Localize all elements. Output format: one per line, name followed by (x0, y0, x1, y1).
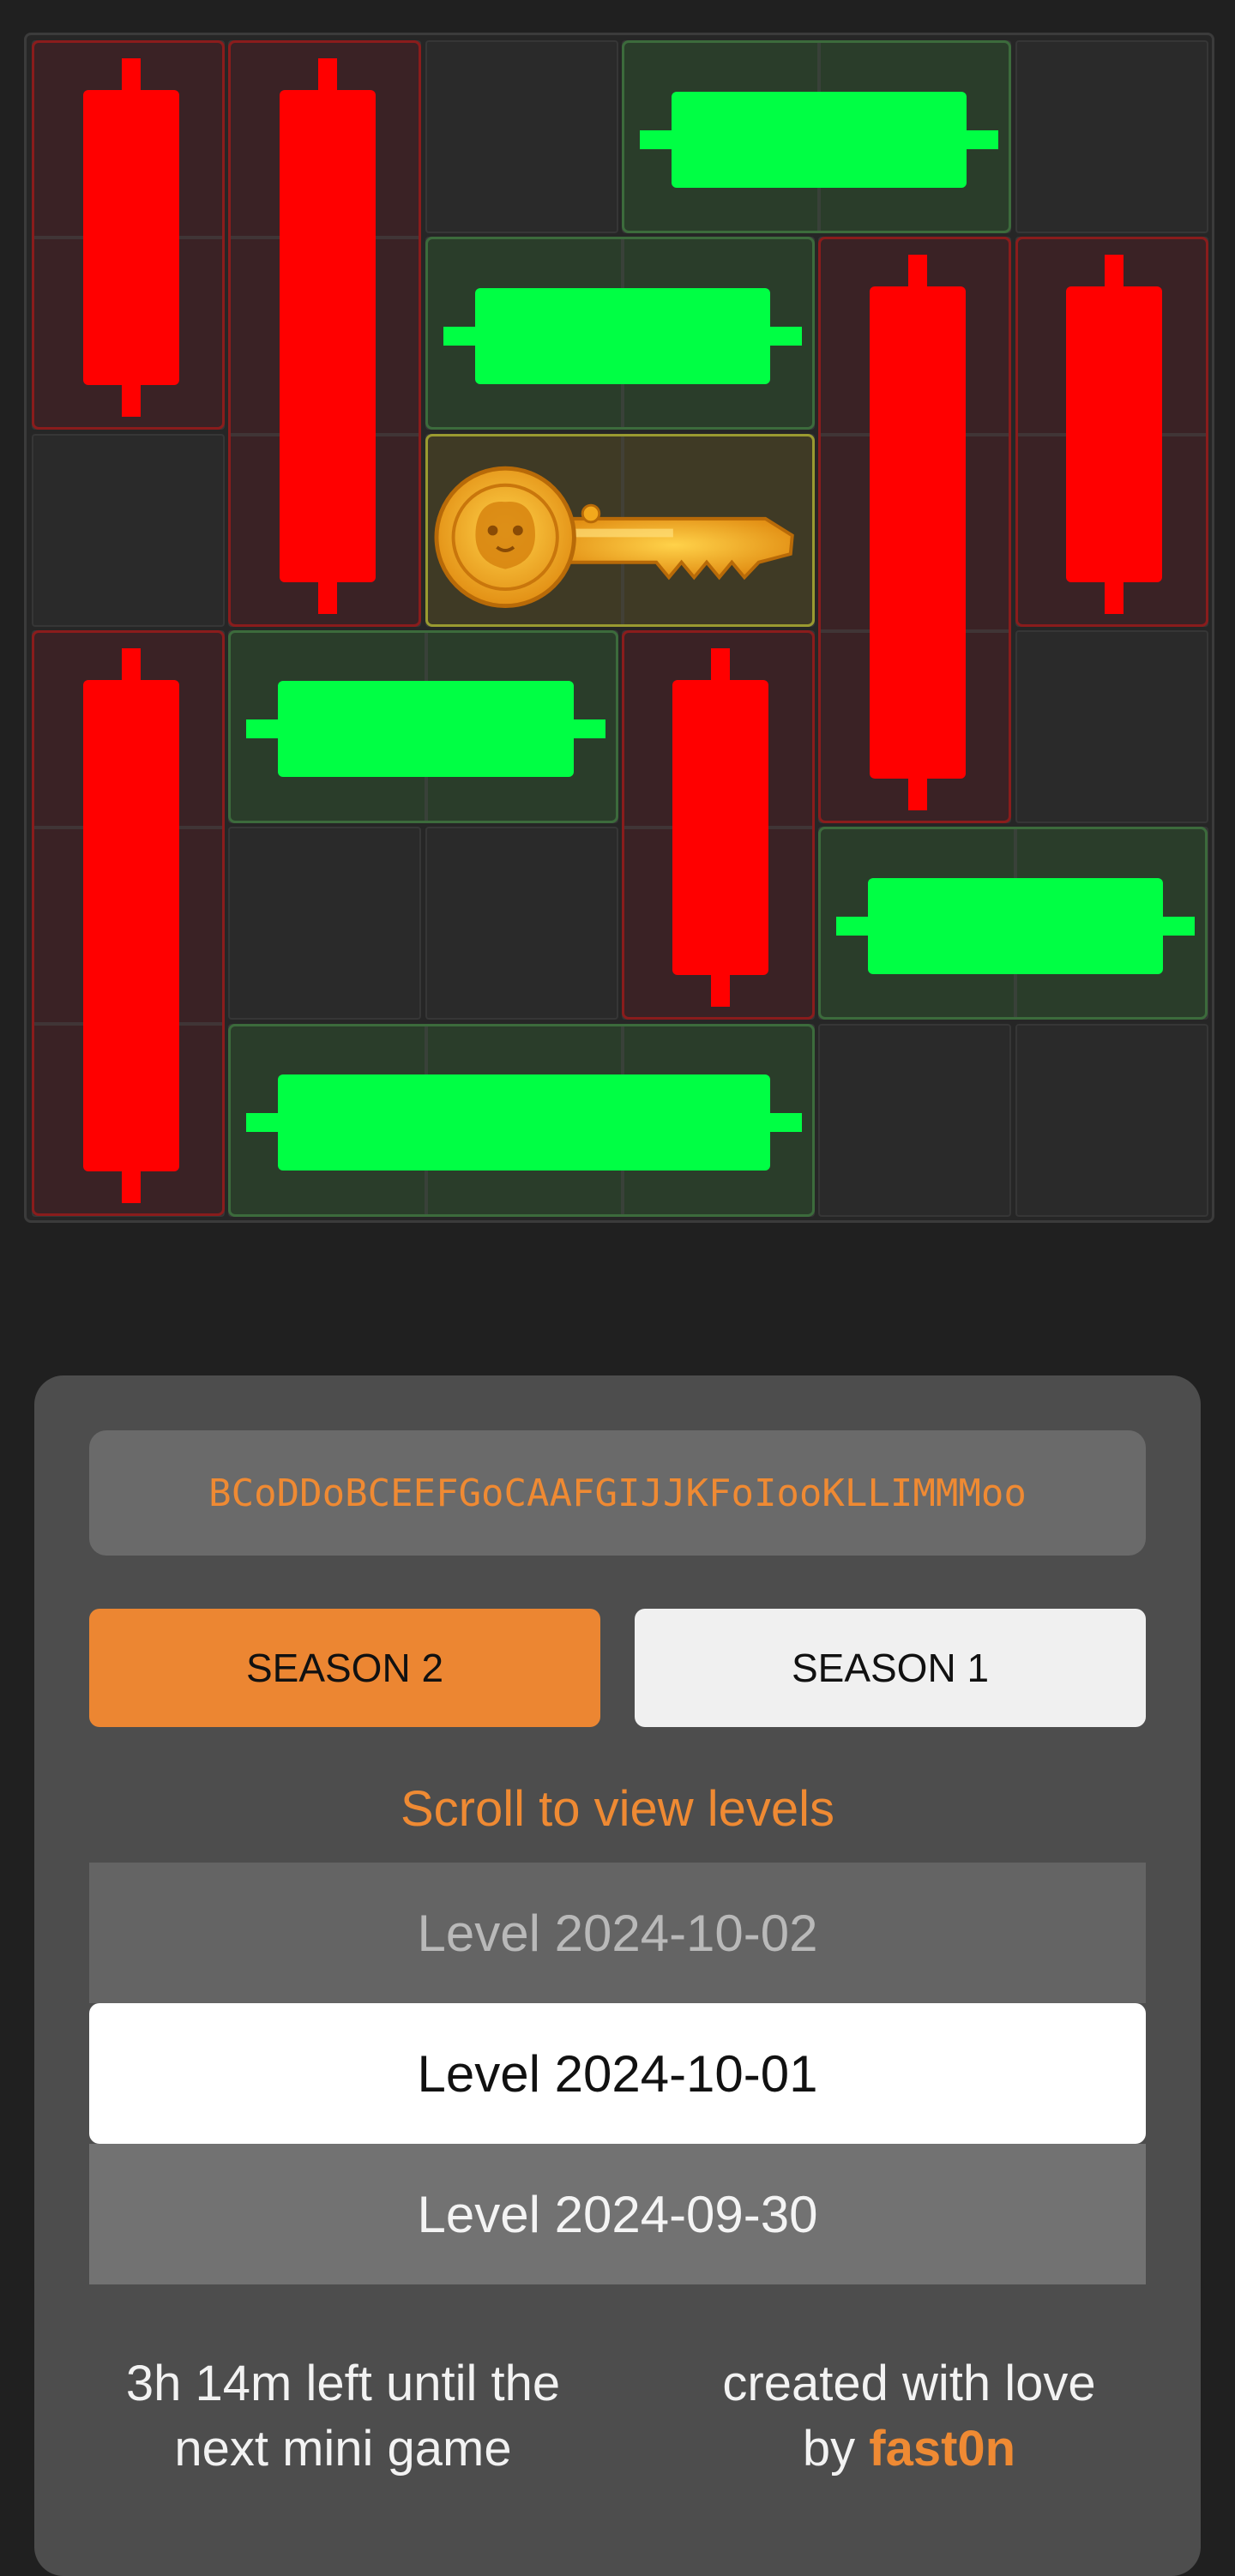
board-cell (1015, 1023, 1208, 1217)
credit-line-1: created with love (722, 2356, 1096, 2411)
level-item[interactable]: Level 2024-10-02 (89, 1863, 1146, 2003)
red-candle-icon (231, 43, 419, 624)
green-block-j[interactable] (818, 827, 1208, 1020)
credits: created with love by fast0n (652, 2351, 1166, 2482)
green-candle-icon (624, 43, 1009, 231)
green-block-h[interactable] (228, 629, 618, 823)
red-block-i[interactable] (621, 629, 815, 1020)
level-item-selected[interactable]: Level 2024-10-01 (89, 2003, 1146, 2144)
green-candle-icon (231, 633, 615, 821)
red-candle-icon (624, 633, 812, 1017)
green-candle-icon (231, 1026, 812, 1214)
red-candle-icon (34, 43, 222, 427)
level-code[interactable]: BCoDDoBCEEFGoCAAFGIJJKFoIooKLLIMMMoo (89, 1430, 1146, 1556)
level-list[interactable]: Level 2024-10-02 Level 2024-10-01 Level … (89, 1863, 1146, 2284)
red-block-f[interactable] (1015, 237, 1208, 627)
control-panel: BCoDDoBCEEFGoCAAFGIJJKFoIooKLLIMMMoo SEA… (34, 1375, 1201, 2576)
scroll-hint: Scroll to view levels (400, 1781, 835, 1837)
puzzle-board (24, 33, 1214, 1223)
board-cell (1015, 629, 1208, 823)
red-candle-icon (1018, 239, 1206, 623)
credit-prefix: by (802, 2421, 870, 2477)
green-block-c[interactable] (621, 40, 1012, 233)
footer: 3h 14m left until the next mini game cre… (34, 2351, 1201, 2489)
green-block-d[interactable] (425, 237, 815, 430)
timer-line-1: 3h 14m left until the (125, 2356, 561, 2411)
next-game-timer: 3h 14m left until the next mini game (86, 2351, 600, 2482)
board-cell (32, 433, 225, 627)
board-cell (228, 827, 422, 1020)
red-candle-icon (34, 633, 222, 1214)
green-block-k[interactable] (228, 1023, 815, 1217)
timer-line-2: next mini game (174, 2421, 512, 2477)
level-item[interactable]: Level 2024-09-30 (89, 2144, 1146, 2284)
author-link[interactable]: fast0n (869, 2421, 1015, 2477)
season-2-button[interactable]: SEASON 2 (89, 1609, 600, 1727)
green-candle-icon (821, 829, 1205, 1017)
red-block-b[interactable] (228, 40, 422, 627)
board-cell (818, 1023, 1012, 1217)
red-block-g[interactable] (32, 629, 225, 1217)
board-cell (1015, 40, 1208, 233)
key-icon (434, 466, 794, 608)
red-block-e[interactable] (818, 237, 1012, 823)
board-cell (425, 40, 618, 233)
credit-line-2: by fast0n (652, 2417, 1166, 2482)
green-candle-icon (428, 239, 812, 427)
red-block-a[interactable] (32, 40, 225, 430)
season-1-button[interactable]: SEASON 1 (635, 1609, 1146, 1727)
key-block[interactable] (425, 433, 815, 627)
red-candle-icon (821, 239, 1009, 821)
board-cell (425, 827, 618, 1020)
